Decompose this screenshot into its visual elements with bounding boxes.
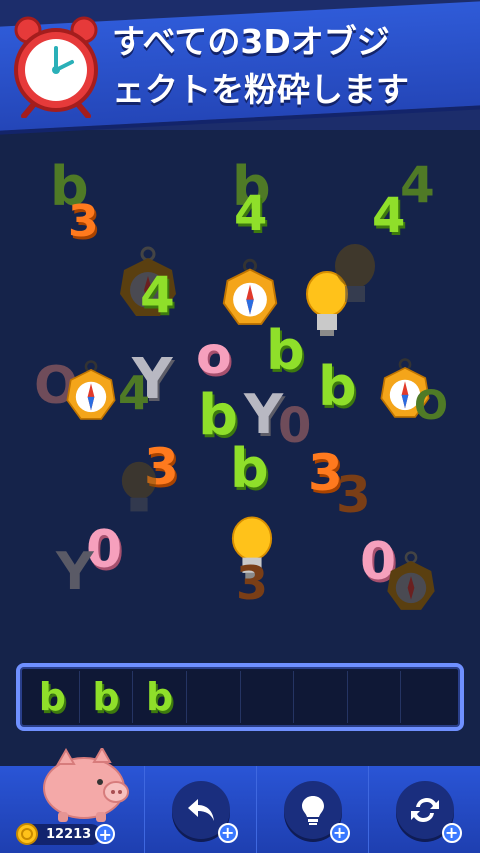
undo-cell: + xyxy=(144,766,256,853)
hint-button[interactable]: + xyxy=(283,780,350,843)
banner-line-1: すべての3Dオブジ xyxy=(112,22,390,61)
add-hint-button[interactable]: + xyxy=(329,822,350,843)
game-piece[interactable]: O xyxy=(414,386,448,426)
hint-cell: + xyxy=(256,766,368,853)
game-piece[interactable]: 4 xyxy=(234,190,267,238)
play-board: b 3 b 4 4 4 4 o b O Y 4 b b Y 0 O 3 b 3 … xyxy=(0,130,480,650)
coin-counter: 12213 + xyxy=(16,823,116,845)
tray-slot xyxy=(241,671,295,723)
tray-slot xyxy=(294,671,348,723)
game-piece[interactable]: 3 xyxy=(336,470,371,520)
coin-icon xyxy=(16,823,38,845)
compass-icon[interactable] xyxy=(384,546,438,618)
game-piece[interactable]: o xyxy=(196,330,232,382)
lightbulb-icon xyxy=(301,795,324,825)
shuffle-icon xyxy=(410,797,439,822)
add-shuffle-button[interactable]: + xyxy=(441,822,462,843)
title-banner: すべての3Dオブジ ェクトを粉砕します xyxy=(0,0,480,131)
undo-icon xyxy=(187,798,214,821)
bottom-toolbar: 12213 + + + + xyxy=(0,748,480,853)
tray-slot xyxy=(187,671,241,723)
tray-slot xyxy=(348,671,402,723)
banner-line-2: ェクトを粉砕します xyxy=(112,70,409,109)
piggy-bank-icon[interactable] xyxy=(34,748,134,822)
game-piece[interactable]: 3 xyxy=(68,200,99,244)
game-piece[interactable]: 0 xyxy=(278,402,311,450)
shuffle-cell: + xyxy=(368,766,480,853)
game-piece[interactable]: b xyxy=(198,388,238,444)
game-piece[interactable]: 3 xyxy=(236,560,268,606)
game-piece[interactable]: b xyxy=(230,442,269,496)
banner-title: すべての3Dオブジ ェクトを粉砕します xyxy=(112,18,472,114)
game-piece[interactable]: 4 xyxy=(140,270,175,320)
tray-slot: b xyxy=(80,671,134,723)
piggy-bank-cell[interactable]: 12213 + xyxy=(0,748,144,853)
lightbulb-object-icon[interactable] xyxy=(118,460,160,520)
collection-tray: b b b xyxy=(16,663,464,731)
lightbulb-object-icon[interactable] xyxy=(332,242,378,312)
undo-button[interactable]: + xyxy=(171,780,238,843)
game-piece[interactable]: 4 xyxy=(372,192,405,240)
game-piece[interactable]: Y xyxy=(56,546,94,598)
alarm-clock-icon xyxy=(14,16,98,118)
tray-slot: b xyxy=(26,671,80,723)
game-piece[interactable]: b xyxy=(266,324,305,378)
add-coins-button[interactable]: + xyxy=(95,824,116,844)
tray-slot xyxy=(401,671,454,723)
add-undo-button[interactable]: + xyxy=(217,822,238,843)
compass-icon[interactable] xyxy=(64,356,118,426)
game-piece[interactable]: b xyxy=(318,360,357,414)
shuffle-button[interactable]: + xyxy=(395,780,462,843)
tray-slot: b xyxy=(133,671,187,723)
game-piece[interactable]: 4 xyxy=(118,370,150,416)
